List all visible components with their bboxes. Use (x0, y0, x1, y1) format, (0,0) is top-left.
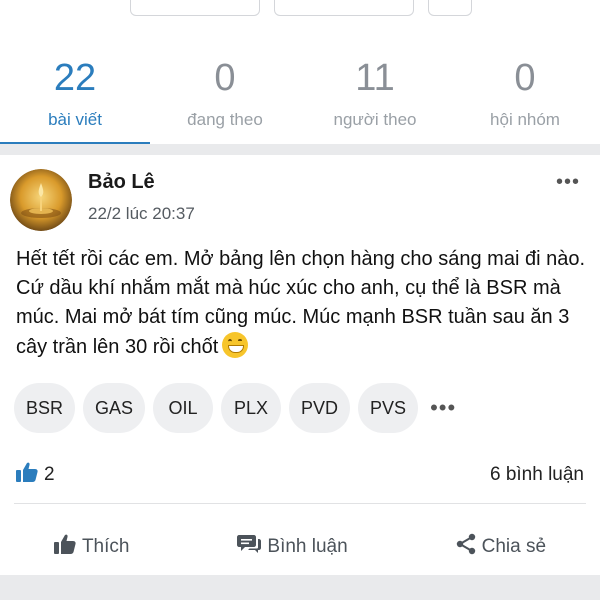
like-label: Thích (81, 536, 130, 557)
stat-groups[interactable]: 0 hội nhóm (450, 40, 600, 144)
comment-button[interactable]: Bình luận (237, 534, 348, 560)
tag-pvs[interactable]: PVS (358, 383, 419, 433)
profile-stats: 22 bài viết 0 đang theo 11 người theo 0 … (0, 40, 600, 144)
share-icon (456, 533, 476, 561)
tag-oil[interactable]: OIL (153, 383, 214, 433)
tag-plx[interactable]: PLX (221, 383, 282, 433)
stat-followers[interactable]: 11 người theo (300, 40, 450, 144)
stat-value: 11 (355, 57, 395, 99)
like-button[interactable]: Thích (53, 534, 130, 560)
post-body: Hết tết rồi các em. Mở bảng lên chọn hàn… (16, 245, 590, 362)
stat-value: 22 (53, 57, 97, 99)
top-toolbar-button-2[interactable] (274, 0, 414, 16)
stock-tags: BSR GAS OIL PLX PVD PVS ••• (14, 383, 456, 433)
comments-count[interactable]: 6 bình luận (490, 464, 584, 486)
stat-following[interactable]: 0 đang theo (150, 40, 300, 144)
stat-label: bài viết (48, 110, 102, 129)
stat-label: đang theo (187, 110, 263, 129)
top-toolbar-button-1[interactable] (130, 0, 260, 16)
top-toolbar-button-3[interactable] (428, 0, 472, 16)
post-time: 22/2 lúc 20:37 (88, 204, 195, 223)
post-author[interactable]: Bảo Lê (88, 171, 155, 194)
share-label: Chia sẻ (481, 536, 547, 557)
likes-count: 2 (44, 464, 55, 485)
post-text: Hết tết rồi các em. Mở bảng lên chọn hàn… (16, 248, 585, 358)
engagement-row: 2 6 bình luận (16, 461, 584, 489)
likes-summary[interactable]: 2 (16, 462, 55, 488)
stat-value: 0 (514, 57, 536, 99)
more-tags-icon[interactable]: ••• (430, 395, 456, 421)
comment-icon (237, 534, 262, 560)
share-button[interactable]: Chia sẻ (456, 533, 546, 561)
more-options-icon[interactable]: ••• (556, 172, 580, 192)
stat-posts[interactable]: 22 bài viết (0, 40, 150, 144)
bottom-gap (0, 575, 600, 600)
stat-value: 0 (214, 57, 236, 99)
thumbs-up-icon (16, 462, 38, 488)
top-toolbar (0, 0, 600, 40)
tag-pvd[interactable]: PVD (289, 383, 351, 433)
divider (14, 503, 586, 504)
stat-label: người theo (333, 110, 417, 129)
post-card: Bảo Lê 22/2 lúc 20:37 ••• Hết tết rồi cá… (0, 155, 600, 575)
grinning-emoji-icon (222, 332, 249, 358)
stat-label: hội nhóm (490, 110, 560, 129)
thumbs-up-icon (53, 534, 76, 560)
comment-label: Bình luận (267, 536, 348, 557)
tag-gas[interactable]: GAS (83, 383, 146, 433)
post-actions: Thích Bình luận Chia sẻ (0, 530, 600, 564)
tag-bsr[interactable]: BSR (14, 383, 76, 433)
avatar[interactable] (10, 169, 72, 231)
